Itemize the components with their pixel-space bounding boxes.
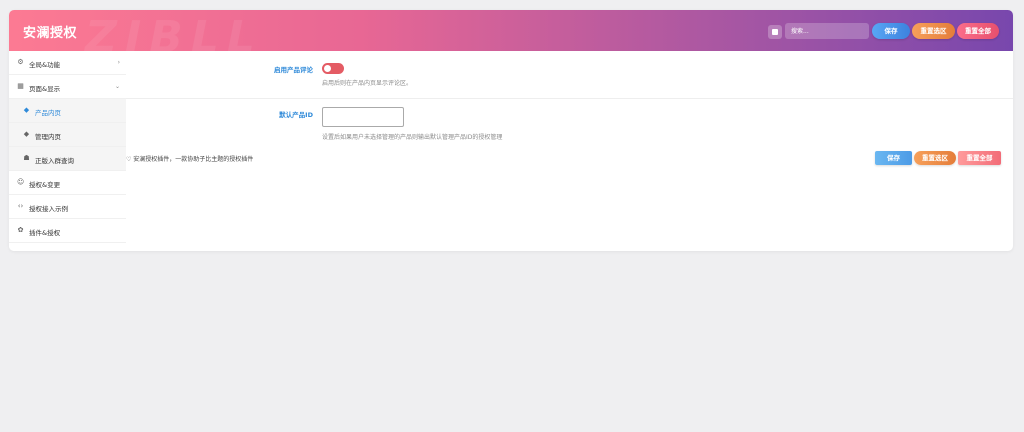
review-toggle-help: 启用后则在产品内页显示评论区。 <box>322 80 413 87</box>
review-toggle[interactable] <box>322 63 344 74</box>
page-title: 安澜授权 <box>23 26 78 41</box>
sidebar-item-label: 全局&功能 <box>29 61 61 69</box>
search-input[interactable] <box>785 23 869 39</box>
divider <box>126 98 1013 99</box>
footer-reset-all-button[interactable]: 重置全部 <box>958 151 1001 165</box>
default-product-label: 默认产品ID <box>279 111 313 119</box>
expand-icon[interactable] <box>768 25 782 39</box>
sidebar-item-label: 授权接入示例 <box>29 205 68 213</box>
sidebar-item-label: 产品内页 <box>35 109 61 117</box>
puzzle-icon: ✿ <box>17 226 24 234</box>
sidebar-item-license-change[interactable]: ☺ 授权&变更 <box>9 171 126 195</box>
sidebar-item-label: 插件&授权 <box>29 229 61 237</box>
sidebar-item-label: 授权&变更 <box>29 181 61 189</box>
code-icon: ‹› <box>17 202 24 210</box>
footer-reset-section-button[interactable]: 重置选区 <box>914 151 956 165</box>
toggle-knob <box>324 65 331 72</box>
sidebar-item-integration-example[interactable]: ‹› 授权接入示例 <box>9 195 126 219</box>
sidebar-item-manage-page[interactable]: ◆ 管理内页 <box>9 123 126 147</box>
save-button[interactable]: 保存 <box>872 23 910 39</box>
gear-icon: ⚙ <box>17 58 24 66</box>
sidebar-item-pages[interactable]: ▦ 页面&显示 ⌄ <box>9 75 126 99</box>
sidebar-item-label: 管理内页 <box>35 133 61 141</box>
reset-all-button[interactable]: 重置全部 <box>957 23 999 39</box>
sidebar-item-global[interactable]: ⚙ 全局&功能 › <box>9 51 126 75</box>
chevron-right-icon: › <box>117 59 120 66</box>
smile-icon: ☺ <box>17 178 25 186</box>
sidebar-item-label: 正版入群查询 <box>35 157 74 165</box>
reset-section-button[interactable]: 重置选区 <box>912 23 955 39</box>
sidebar-item-group-query[interactable]: ☗ 正版入群查询 <box>9 147 126 171</box>
default-product-help: 设置后如果用户未选择管理的产品则输出默认管理产品ID的授权管理 <box>322 134 503 141</box>
header-bar: ZIBLL 安澜授权 保存 重置选区 重置全部 <box>9 10 1013 63</box>
chevron-down-icon: ⌄ <box>114 83 120 90</box>
options-panel: ZIBLL 安澜授权 保存 重置选区 重置全部 ⚙ 全局&功能 › ▦ 页面&显… <box>9 10 1013 251</box>
calendar-icon: ▦ <box>17 82 24 90</box>
cube-icon: ◆ <box>23 106 30 114</box>
cube-icon: ◆ <box>23 130 30 138</box>
footer-save-button[interactable]: 保存 <box>875 151 912 165</box>
sidebar-item-plugins[interactable]: ✿ 插件&授权 <box>9 219 126 243</box>
review-toggle-label: 启用产品评论 <box>274 66 313 74</box>
footer-note: ♡ 安澜授权插件，一款协助子比主题的授权插件 <box>126 156 254 163</box>
default-product-id-field[interactable] <box>322 107 404 127</box>
sidebar: ⚙ 全局&功能 › ▦ 页面&显示 ⌄ ◆ 产品内页 ◆ 管理内页 ☗ 正版入群… <box>9 51 126 251</box>
sidebar-item-product-page[interactable]: ◆ 产品内页 <box>9 99 126 123</box>
sidebar-item-label: 页面&显示 <box>29 85 61 93</box>
users-icon: ☗ <box>23 154 30 162</box>
